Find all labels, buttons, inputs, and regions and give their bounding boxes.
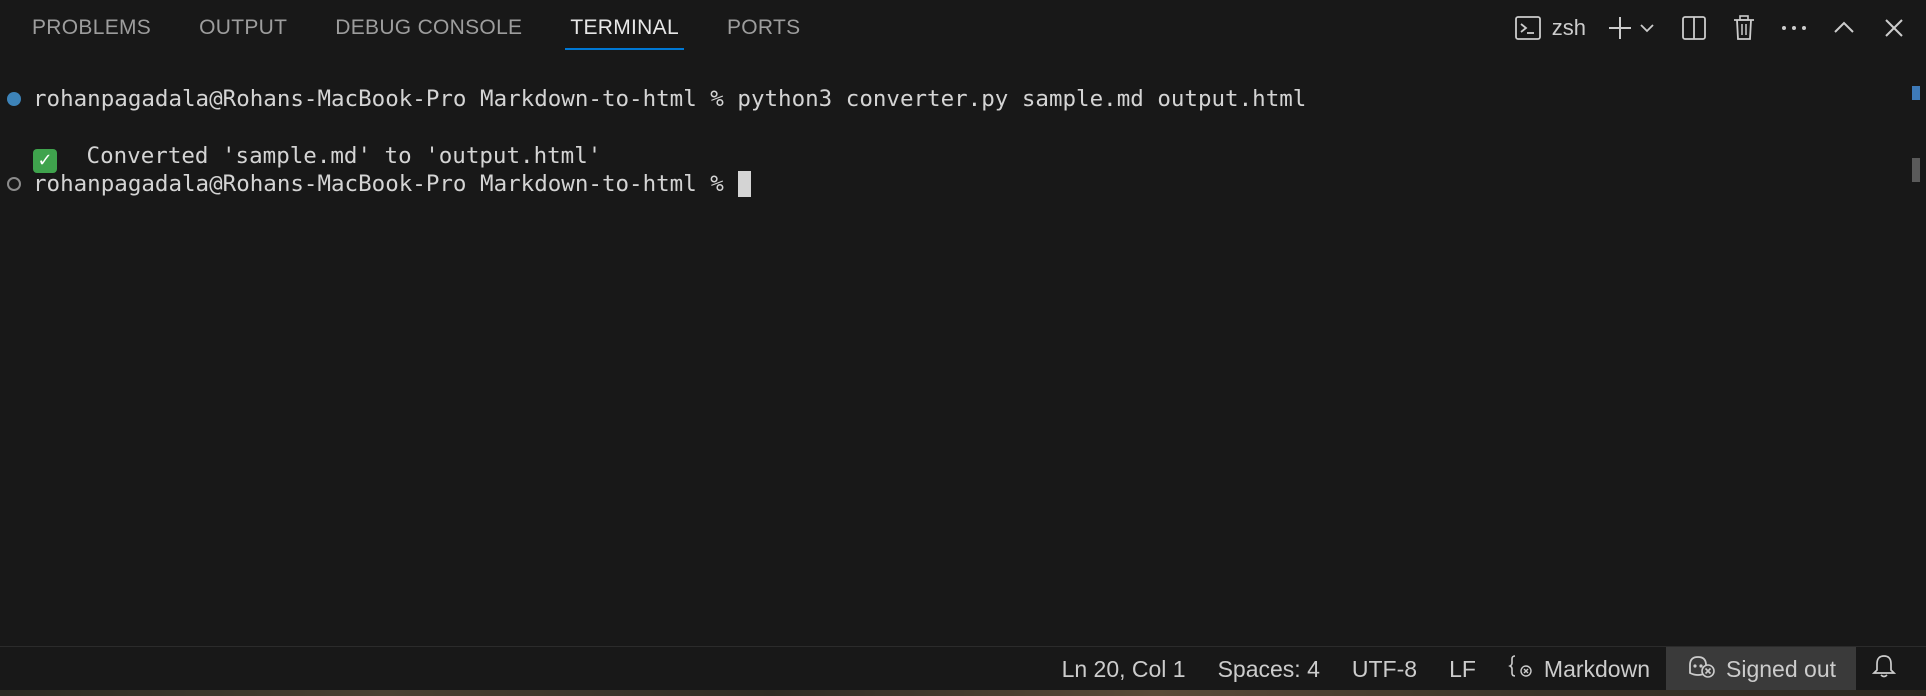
result-text: Converted 'sample.md' to 'output.html'	[73, 143, 602, 169]
tab-output[interactable]: OUTPUT	[199, 0, 287, 56]
more-actions-button[interactable]	[1774, 8, 1814, 48]
plus-icon	[1606, 14, 1634, 42]
scrollbar-thumb[interactable]	[1912, 158, 1920, 182]
status-notifications[interactable]	[1856, 647, 1926, 691]
split-icon	[1680, 14, 1708, 42]
scrollbar-marker	[1912, 86, 1920, 100]
desktop-background-strip	[0, 690, 1926, 696]
chevron-up-icon	[1832, 16, 1856, 40]
account-label: Signed out	[1726, 655, 1836, 682]
close-icon	[1883, 17, 1905, 39]
terminal-selector[interactable]: zsh	[1514, 8, 1586, 48]
chevron-down-icon	[1638, 19, 1656, 37]
panel-actions: zsh	[1504, 0, 1914, 56]
close-panel-button[interactable]	[1874, 8, 1914, 48]
command-pending-decoration[interactable]	[7, 177, 21, 191]
panel-header: PROBLEMS OUTPUT DEBUG CONSOLE TERMINAL P…	[0, 0, 1926, 56]
status-encoding[interactable]: UTF-8	[1336, 647, 1433, 691]
tab-debug-console[interactable]: DEBUG CONSOLE	[335, 0, 522, 56]
terminal-cursor	[737, 171, 751, 197]
maximize-panel-button[interactable]	[1824, 8, 1864, 48]
more-icon	[1780, 23, 1808, 33]
status-cursor-position[interactable]: Ln 20, Col 1	[1046, 647, 1202, 691]
launch-profile-dropdown[interactable]	[1636, 8, 1658, 48]
kill-terminal-button[interactable]	[1724, 8, 1764, 48]
status-indentation[interactable]: Spaces: 4	[1202, 647, 1336, 691]
terminal-line-command: rohanpagadala@Rohans-MacBook-Pro Markdow…	[33, 86, 1307, 112]
terminal-icon	[1514, 14, 1542, 42]
status-bar: Ln 20, Col 1 Spaces: 4 UTF-8 LF Markdown	[0, 646, 1926, 691]
prompt-text: rohanpagadala@Rohans-MacBook-Pro Markdow…	[33, 171, 724, 197]
bell-icon	[1871, 653, 1906, 685]
terminal-line-result: ✓ Converted 'sample.md' to 'output.html'	[33, 142, 602, 173]
tab-terminal[interactable]: TERMINAL	[565, 0, 684, 56]
language-label: Markdown	[1543, 655, 1651, 682]
status-copilot-account[interactable]: Signed out	[1666, 647, 1856, 691]
panel-tabs: PROBLEMS OUTPUT DEBUG CONSOLE TERMINAL P…	[32, 0, 848, 56]
eol-label: LF	[1449, 655, 1476, 682]
terminal-line-prompt: rohanpagadala@Rohans-MacBook-Pro Markdow…	[33, 170, 751, 198]
cursor-position-label: Ln 20, Col 1	[1061, 655, 1186, 682]
copilot-signed-out-icon	[1686, 653, 1726, 685]
tab-problems[interactable]: PROBLEMS	[32, 0, 151, 56]
terminal-output[interactable]: rohanpagadala@Rohans-MacBook-Pro Markdow…	[0, 56, 1926, 646]
status-eol[interactable]: LF	[1433, 647, 1492, 691]
encoding-label: UTF-8	[1351, 655, 1418, 682]
command-success-decoration[interactable]	[7, 92, 21, 106]
split-terminal-button[interactable]	[1674, 8, 1714, 48]
indentation-label: Spaces: 4	[1217, 655, 1320, 682]
tab-ports[interactable]: PORTS	[727, 0, 800, 56]
braces-icon	[1508, 653, 1544, 685]
status-language-mode[interactable]: Markdown	[1492, 647, 1666, 691]
terminal-name: zsh	[1551, 15, 1586, 40]
trash-icon	[1731, 14, 1757, 42]
new-terminal-button[interactable]	[1606, 8, 1634, 48]
